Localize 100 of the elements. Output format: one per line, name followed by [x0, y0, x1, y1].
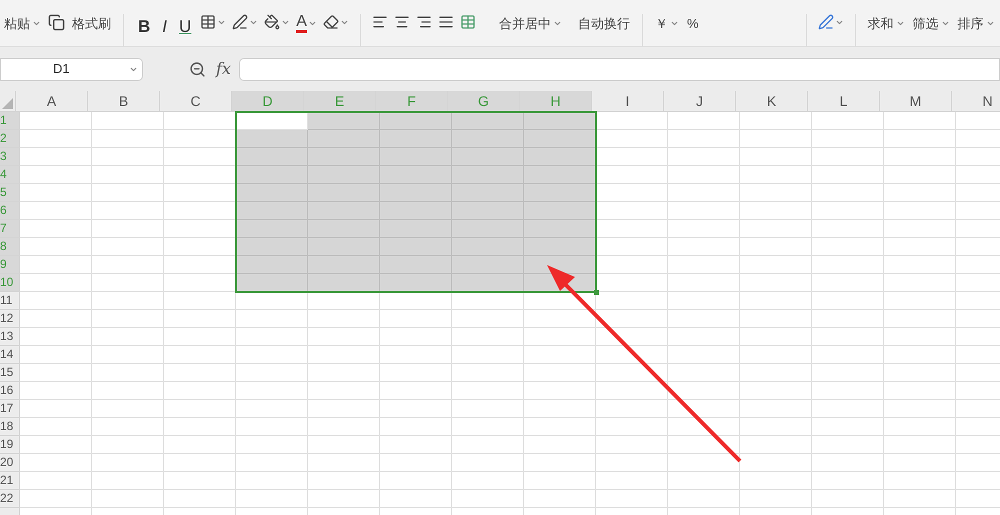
table-cell[interactable]	[92, 292, 164, 310]
table-cell[interactable]	[668, 256, 740, 274]
table-cell[interactable]	[164, 436, 236, 454]
table-cell[interactable]	[812, 166, 884, 184]
row-header[interactable]: 13	[0, 328, 20, 346]
table-cell[interactable]	[236, 238, 308, 256]
table-cell[interactable]	[884, 130, 956, 148]
table-cell[interactable]	[20, 220, 92, 238]
table-cell[interactable]	[812, 220, 884, 238]
table-cell[interactable]	[236, 310, 308, 328]
table-cell[interactable]	[452, 130, 524, 148]
table-cell[interactable]	[452, 292, 524, 310]
table-cell[interactable]	[884, 148, 956, 166]
table-cell[interactable]	[596, 166, 668, 184]
table-cell[interactable]	[20, 454, 92, 472]
table-cell[interactable]	[92, 346, 164, 364]
table-cell[interactable]	[308, 310, 380, 328]
table-cell[interactable]	[164, 400, 236, 418]
table-cell[interactable]	[884, 292, 956, 310]
table-cell[interactable]	[20, 148, 92, 166]
table-cell[interactable]	[308, 400, 380, 418]
table-cell[interactable]	[92, 112, 164, 130]
table-cell[interactable]	[596, 310, 668, 328]
column-header[interactable]: N	[952, 91, 1000, 111]
table-cell[interactable]	[92, 166, 164, 184]
table-cell[interactable]	[668, 382, 740, 400]
table-cell[interactable]	[452, 328, 524, 346]
column-header[interactable]: J	[664, 91, 736, 111]
table-cell[interactable]	[308, 112, 380, 130]
row-header[interactable]: 21	[0, 472, 20, 490]
table-cell[interactable]	[452, 310, 524, 328]
table-cell[interactable]	[308, 148, 380, 166]
formula-input[interactable]	[238, 58, 1000, 80]
table-cell[interactable]	[884, 220, 956, 238]
table-cell[interactable]	[236, 436, 308, 454]
table-cell[interactable]	[308, 472, 380, 490]
table-cell[interactable]	[524, 472, 596, 490]
table-cell[interactable]	[524, 166, 596, 184]
table-cell[interactable]	[380, 148, 452, 166]
table-cell[interactable]	[20, 184, 92, 202]
table-cell[interactable]	[308, 220, 380, 238]
table-cell[interactable]	[164, 310, 236, 328]
filter-button[interactable]: 筛选	[908, 14, 954, 34]
table-cell[interactable]	[668, 238, 740, 256]
table-cell[interactable]	[308, 436, 380, 454]
table-cell[interactable]	[812, 346, 884, 364]
row-header[interactable]: 20	[0, 454, 20, 472]
table-cell[interactable]	[164, 346, 236, 364]
table-cell[interactable]	[884, 382, 956, 400]
table-cell[interactable]	[812, 238, 884, 256]
table-cell[interactable]	[236, 328, 308, 346]
table-cell[interactable]	[812, 400, 884, 418]
table-cell[interactable]	[20, 436, 92, 454]
table-cell[interactable]	[380, 400, 452, 418]
table-cell[interactable]	[524, 202, 596, 220]
column-header[interactable]: K	[736, 91, 808, 111]
table-cell[interactable]	[524, 454, 596, 472]
table-cell[interactable]	[524, 310, 596, 328]
table-cell[interactable]	[596, 472, 668, 490]
table-cell[interactable]	[92, 418, 164, 436]
table-cell[interactable]	[164, 382, 236, 400]
format-painter-button[interactable]: 格式刷	[68, 14, 115, 34]
table-cell[interactable]	[668, 112, 740, 130]
table-cell[interactable]	[668, 148, 740, 166]
table-cell[interactable]	[380, 238, 452, 256]
table-cell[interactable]	[740, 382, 812, 400]
table-cell[interactable]	[812, 310, 884, 328]
table-cell[interactable]	[668, 436, 740, 454]
table-cell[interactable]	[740, 454, 812, 472]
table-cell[interactable]	[380, 490, 452, 508]
table-cell[interactable]	[596, 328, 668, 346]
table-cell[interactable]	[452, 418, 524, 436]
table-cell[interactable]	[596, 364, 668, 382]
table-cell[interactable]	[668, 274, 740, 292]
column-header[interactable]: I	[592, 91, 664, 111]
table-cell[interactable]	[20, 166, 92, 184]
table-cell[interactable]	[596, 148, 668, 166]
table-cell[interactable]	[740, 130, 812, 148]
table-cell[interactable]	[92, 148, 164, 166]
table-cell[interactable]	[20, 382, 92, 400]
table-cell[interactable]	[380, 274, 452, 292]
table-cell[interactable]	[596, 220, 668, 238]
table-cell[interactable]	[596, 490, 668, 508]
table-cell[interactable]	[452, 166, 524, 184]
table-cell[interactable]	[308, 238, 380, 256]
table-cell[interactable]	[668, 454, 740, 472]
table-cell[interactable]	[884, 238, 956, 256]
table-cell[interactable]	[20, 274, 92, 292]
table-cell[interactable]	[452, 382, 524, 400]
table-cell[interactable]	[596, 436, 668, 454]
table-cell[interactable]	[524, 184, 596, 202]
table-cell[interactable]	[668, 310, 740, 328]
table-cell[interactable]	[884, 436, 956, 454]
table-cell[interactable]	[20, 202, 92, 220]
table-cell[interactable]	[884, 346, 956, 364]
table-cell[interactable]	[812, 292, 884, 310]
table-cell[interactable]	[452, 274, 524, 292]
table-cell[interactable]	[524, 112, 596, 130]
table-cell[interactable]	[236, 130, 308, 148]
table-cell[interactable]	[20, 328, 92, 346]
